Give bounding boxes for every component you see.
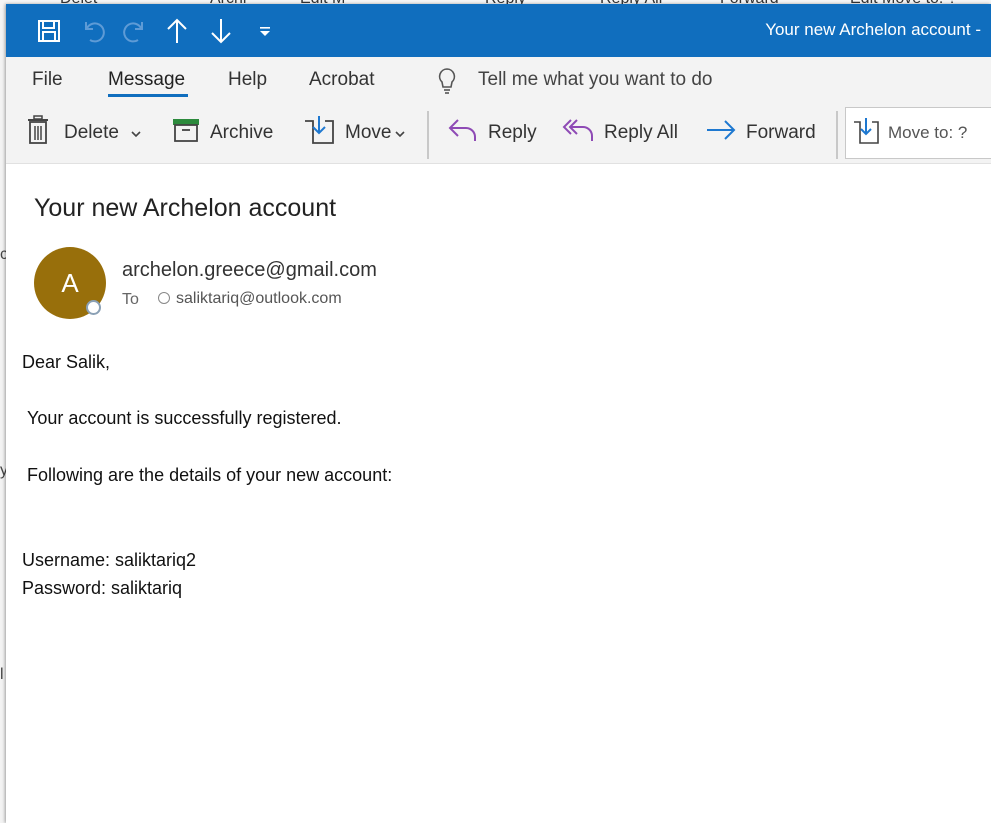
tell-me-search[interactable]: Tell me what you want to do (478, 69, 712, 91)
save-icon[interactable] (36, 16, 62, 46)
move-label: Move (345, 122, 392, 143)
customize-icon[interactable] (252, 16, 278, 46)
delete-label: Delete (64, 122, 119, 143)
title-bar: Your new Archelon account - (6, 4, 991, 57)
move-to-folder-icon (846, 117, 888, 150)
recipient-address[interactable]: saliktariq@outlook.com (176, 290, 342, 308)
recipient-presence-icon (158, 292, 170, 304)
forward-button[interactable]: Forward (706, 113, 816, 153)
move-to-label: Move to: ? (888, 123, 968, 142)
forward-icon (706, 119, 746, 147)
body-username: Username: saliktariq2 (22, 550, 197, 570)
chevron-down-icon (131, 122, 151, 144)
body-greeting: Dear Salik, (22, 352, 111, 372)
down-arrow-icon[interactable] (208, 16, 234, 46)
body-line: Following are the details of your new ac… (27, 465, 393, 485)
move-folder-icon (303, 115, 345, 151)
sender-address[interactable]: archelon.greece@gmail.com (122, 259, 377, 282)
tab-acrobat[interactable]: Acrobat (309, 69, 374, 91)
ribbon-separator (427, 111, 429, 159)
reply-button[interactable]: Reply (448, 113, 537, 153)
avatar-initial: A (61, 267, 79, 298)
archive-label: Archive (210, 122, 274, 143)
presence-status-icon (86, 300, 101, 315)
window-title: Your new Archelon account - (765, 20, 981, 39)
move-button[interactable]: Move (303, 113, 415, 153)
trash-icon (26, 115, 60, 151)
move-to-quick-step[interactable]: Move to: ? (845, 107, 991, 159)
up-arrow-icon[interactable] (164, 16, 190, 46)
redo-icon[interactable] (122, 16, 148, 46)
delete-button[interactable]: Delete (26, 113, 151, 153)
archive-button[interactable]: Archive (172, 113, 273, 153)
reply-icon (448, 117, 488, 149)
reply-label: Reply (488, 122, 537, 143)
ribbon-separator (836, 111, 838, 159)
tab-file[interactable]: File (32, 69, 63, 91)
forward-label: Forward (746, 122, 816, 143)
message-window: Your new Archelon account - File Message… (6, 4, 991, 823)
to-label: To (122, 291, 139, 308)
lightbulb-icon (437, 67, 457, 100)
tab-message[interactable]: Message (108, 69, 185, 91)
chevron-down-icon (395, 122, 415, 144)
body-password: Password: saliktariq (22, 578, 183, 598)
ribbon-toolbar: Delete Archive Move Reply Reply All Forw… (6, 103, 991, 164)
tab-help[interactable]: Help (228, 69, 267, 91)
archive-icon (172, 117, 210, 149)
reply-all-label: Reply All (604, 122, 678, 143)
menu-bar: File Message Help Acrobat Tell me what y… (6, 57, 991, 103)
bg-edge-glyph: l (0, 666, 4, 683)
reply-all-button[interactable]: Reply All (562, 113, 678, 153)
message-subject: Your new Archelon account (34, 194, 337, 222)
body-line: Your account is successfully registered. (27, 408, 342, 428)
undo-icon[interactable] (80, 16, 106, 46)
active-tab-indicator (108, 94, 188, 97)
reply-all-icon (562, 117, 604, 149)
